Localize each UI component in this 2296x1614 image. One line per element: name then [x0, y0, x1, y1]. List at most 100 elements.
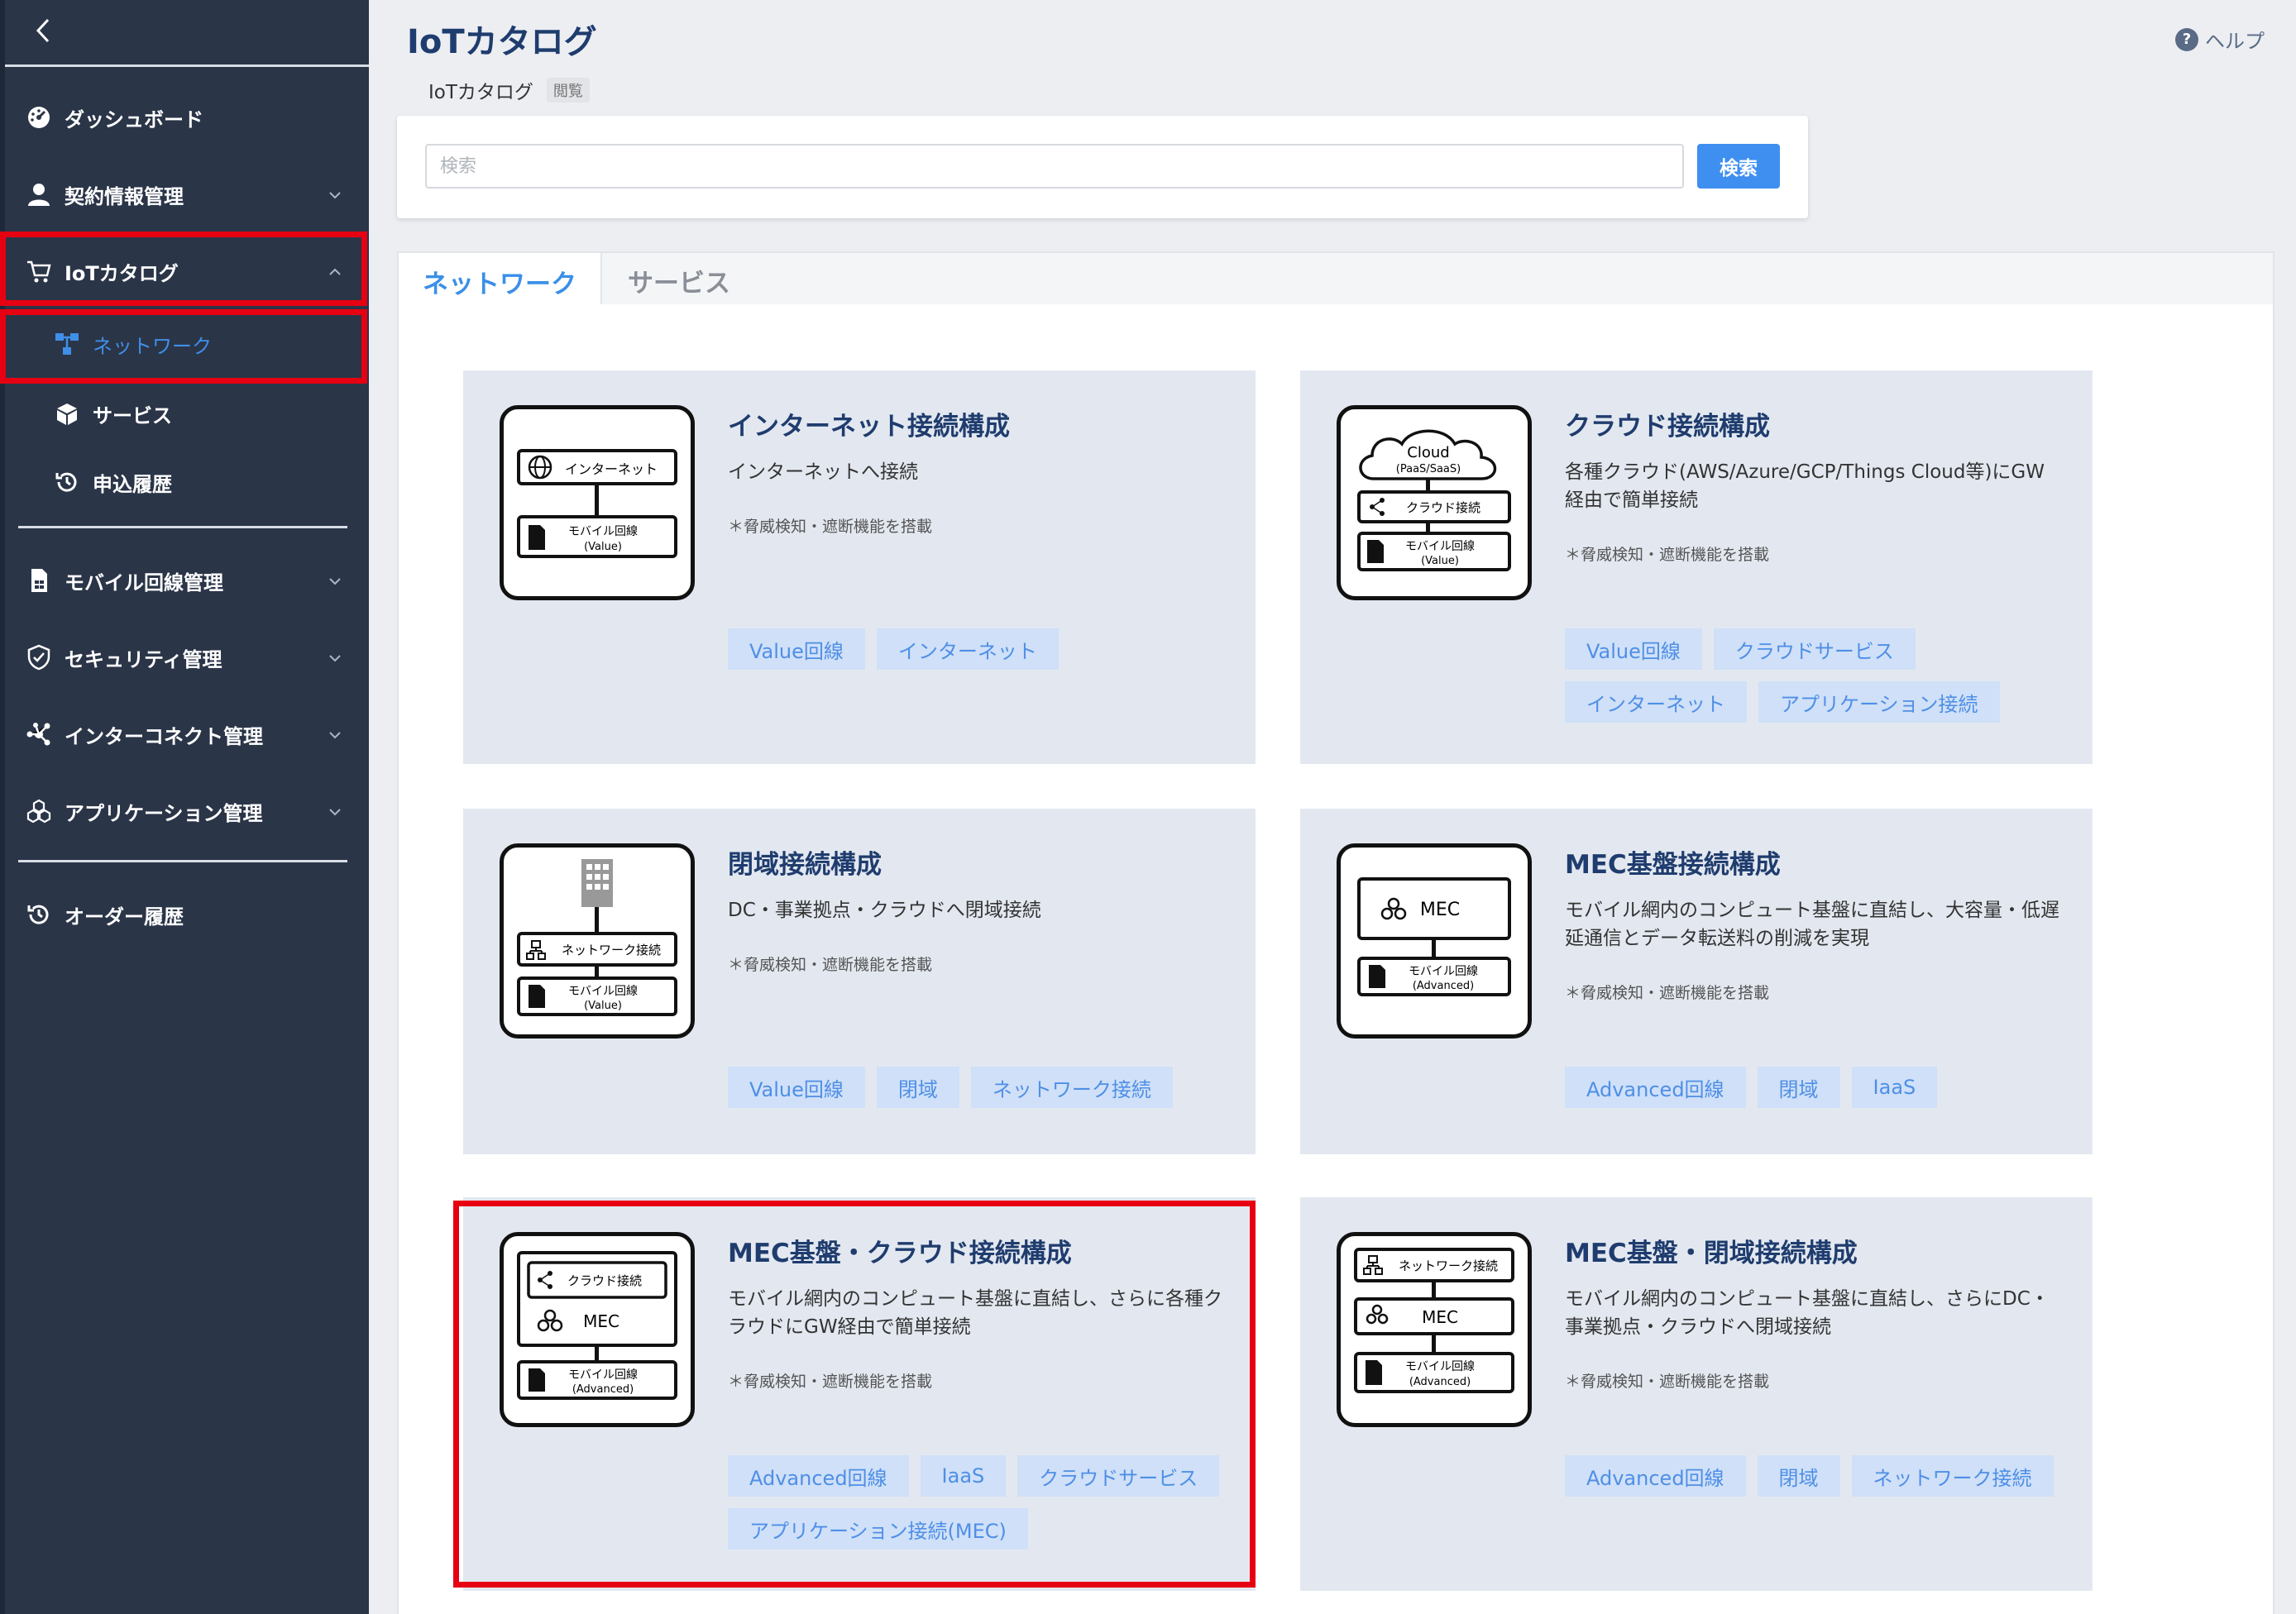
tab-bar: ネットワーク サービス — [397, 251, 2274, 309]
card-description: モバイル網内のコンピュート基盤に直結し、さらにDC・事業拠点・クラウドへ閉域接続 — [1565, 1288, 2050, 1338]
tag-list: Value回線 閉域 ネットワーク接続 — [728, 1067, 1241, 1108]
closed-network-diagram: ネットワーク接続 モバイル回線 (Value) — [500, 843, 695, 1039]
cloud-diagram: Cloud (PaaS/SaaS) クラウド接続 モバイル回線 (Value) — [1337, 405, 1532, 600]
search-input[interactable] — [425, 144, 1684, 189]
card-note: ＊脅威検知・遮断機能を搭載 — [728, 518, 933, 536]
cart-icon — [25, 257, 53, 285]
tag-list: Advanced回線 IaaS クラウドサービス アプリケーション接続(MEC) — [728, 1455, 1241, 1550]
sidebar-item-network[interactable]: ネットワーク — [53, 319, 351, 369]
tag[interactable]: IaaS — [920, 1455, 1007, 1497]
sidebar-item-contract[interactable]: 契約情報管理 — [25, 170, 356, 219]
card-description: モバイル網内のコンピュート基盤に直結し、さらに各種クラウドにGW経由で簡単接続 — [728, 1288, 1222, 1338]
sidebar-item-label: ダッシュボード — [65, 107, 203, 131]
sidebar-item-service[interactable]: サービス — [53, 389, 351, 438]
mobile-line-label: モバイル回線 — [568, 525, 638, 538]
card-note: ＊脅威検知・遮断機能を搭載 — [728, 1373, 933, 1391]
sidebar: ダッシュボード 契約情報管理 IoTカタログ ネットワーク サービス 申込履歴 … — [0, 0, 369, 1614]
mobile-line-label: モバイル回線 — [1405, 1360, 1475, 1373]
tag[interactable]: アプリケーション接続 — [1758, 681, 2000, 723]
shield-icon — [25, 643, 53, 671]
sidebar-item-application-history[interactable]: 申込履歴 — [53, 457, 351, 507]
cloud-label: Cloud — [1407, 444, 1449, 461]
sidebar-item-label: セキュリティ管理 — [65, 647, 222, 671]
card-title: MEC基盤接続構成 — [1565, 850, 1781, 880]
line-plan-label: (Value) — [584, 541, 622, 553]
sidebar-item-interconnect[interactable]: インターコネクト管理 — [25, 709, 356, 759]
mobile-line-label: モバイル回線 — [1409, 965, 1478, 978]
permission-badge: 閲覧 — [546, 78, 590, 103]
sidebar-item-application[interactable]: アプリケーション管理 — [25, 786, 356, 836]
sim-icon — [25, 566, 53, 595]
tag-list: Advanced回線 閉域 IaaS — [1565, 1067, 2078, 1108]
catalog-card-mec[interactable]: MEC モバイル回線 (Advanced) MEC基盤接続構成 モバイル網内のコ… — [1300, 809, 2093, 1154]
sidebar-item-security[interactable]: セキュリティ管理 — [25, 633, 356, 682]
sidebar-item-order-history[interactable]: オーダー履歴 — [25, 890, 356, 939]
tag[interactable]: IaaS — [1851, 1067, 1938, 1108]
tag[interactable]: Value回線 — [1565, 628, 1702, 670]
sidebar-item-dashboard[interactable]: ダッシュボード — [25, 93, 356, 142]
mobile-line-label: モバイル回線 — [1405, 540, 1475, 553]
card-title: インターネット接続構成 — [728, 412, 1010, 442]
card-title: クラウド接続構成 — [1565, 412, 1770, 442]
catalog-content: インターネット モバイル回線 (Value) インターネット接続構成 インターネ… — [397, 304, 2274, 1614]
tag[interactable]: 閉域 — [1757, 1067, 1840, 1108]
mec-diagram: MEC モバイル回線 (Advanced) — [1337, 843, 1532, 1039]
mec-closed-diagram: ネットワーク接続 MEC モバイル回線 (Advanced) — [1337, 1232, 1532, 1427]
network-connect-label: ネットワーク接続 — [1399, 1258, 1498, 1273]
tag[interactable]: 閉域 — [876, 1067, 959, 1108]
chevron-up-icon — [326, 263, 344, 281]
sidebar-divider — [18, 860, 347, 862]
tag[interactable]: クラウドサービス — [1017, 1455, 1220, 1497]
help-link[interactable]: ? ヘルプ — [2175, 25, 2265, 54]
sidebar-item-iot-catalog[interactable]: IoTカタログ — [25, 246, 356, 296]
card-description: 各種クラウド(AWS/Azure/GCP/Things Cloud等)にGW経由… — [1565, 461, 2045, 511]
line-plan-label: (Advanced) — [572, 1383, 634, 1396]
cloud-connect-label: クラウド接続 — [1406, 500, 1480, 515]
mobile-line-label: モバイル回線 — [568, 1368, 638, 1382]
catalog-card-internet[interactable]: インターネット モバイル回線 (Value) インターネット接続構成 インターネ… — [463, 370, 1256, 764]
cloud-connect-label: クラウド接続 — [567, 1273, 642, 1288]
chevron-down-icon — [326, 726, 344, 744]
sidebar-item-label: インターコネクト管理 — [65, 724, 263, 748]
chevron-down-icon — [326, 649, 344, 667]
tab-service[interactable]: サービス — [602, 253, 756, 308]
breadcrumb: IoTカタログ 閲覧 — [428, 76, 590, 104]
tag[interactable]: アプリケーション接続(MEC) — [728, 1508, 1028, 1550]
sidebar-item-mobile-line[interactable]: モバイル回線管理 — [25, 556, 356, 605]
tag[interactable]: インターネット — [1565, 681, 1747, 723]
tag[interactable]: ネットワーク接続 — [970, 1067, 1173, 1108]
tag-list: Advanced回線 閉域 ネットワーク接続 — [1565, 1455, 2078, 1497]
breadcrumb-current: IoTカタログ — [428, 82, 533, 103]
tag[interactable]: Value回線 — [728, 1067, 865, 1108]
tag[interactable]: Advanced回線 — [1565, 1067, 1746, 1108]
catalog-card-closed[interactable]: ネットワーク接続 モバイル回線 (Value) 閉域接続構成 DC・事業拠点・ク… — [463, 809, 1256, 1154]
tag[interactable]: Advanced回線 — [728, 1455, 909, 1497]
tag[interactable]: Value回線 — [728, 628, 865, 670]
search-button[interactable]: 検索 — [1697, 144, 1780, 189]
history-icon — [25, 900, 53, 929]
line-plan-label: (Advanced) — [1409, 1376, 1471, 1388]
chevron-down-icon — [326, 803, 344, 821]
line-plan-label: (Value) — [584, 1000, 622, 1012]
tag[interactable]: ネットワーク接続 — [1851, 1455, 2054, 1497]
mec-label: MEC — [1422, 1307, 1458, 1327]
tag[interactable]: クラウドサービス — [1713, 628, 1916, 670]
tag[interactable]: インターネット — [876, 628, 1059, 670]
tab-network[interactable]: ネットワーク — [399, 253, 602, 309]
history-icon — [53, 468, 81, 496]
search-panel: 検索 — [397, 116, 1808, 218]
chevron-down-icon — [326, 572, 344, 590]
sidebar-divider — [5, 64, 369, 67]
tag-list: Value回線 クラウドサービス インターネット アプリケーション接続 — [1565, 628, 2078, 723]
card-description: モバイル網内のコンピュート基盤に直結し、大容量・低遅延通信とデータ転送料の削減を… — [1565, 900, 2059, 949]
collapse-sidebar-button[interactable] — [26, 10, 60, 51]
tag[interactable]: 閉域 — [1757, 1455, 1840, 1497]
catalog-card-mec-cloud[interactable]: クラウド接続 MEC モバイル回線 (Advanced) MEC基盤・クラウド接… — [463, 1197, 1256, 1591]
tag[interactable]: Advanced回線 — [1565, 1455, 1746, 1497]
sidebar-item-label: オーダー履歴 — [65, 905, 184, 929]
sidebar-item-label: 申込履歴 — [93, 472, 172, 496]
card-title: 閉域接続構成 — [728, 850, 882, 880]
catalog-card-cloud[interactable]: Cloud (PaaS/SaaS) クラウド接続 モバイル回線 (Value) … — [1300, 370, 2093, 764]
catalog-card-mec-closed[interactable]: ネットワーク接続 MEC モバイル回線 (Advanced) MEC基盤・閉域接… — [1300, 1197, 2093, 1591]
mec-label: MEC — [1420, 900, 1460, 920]
